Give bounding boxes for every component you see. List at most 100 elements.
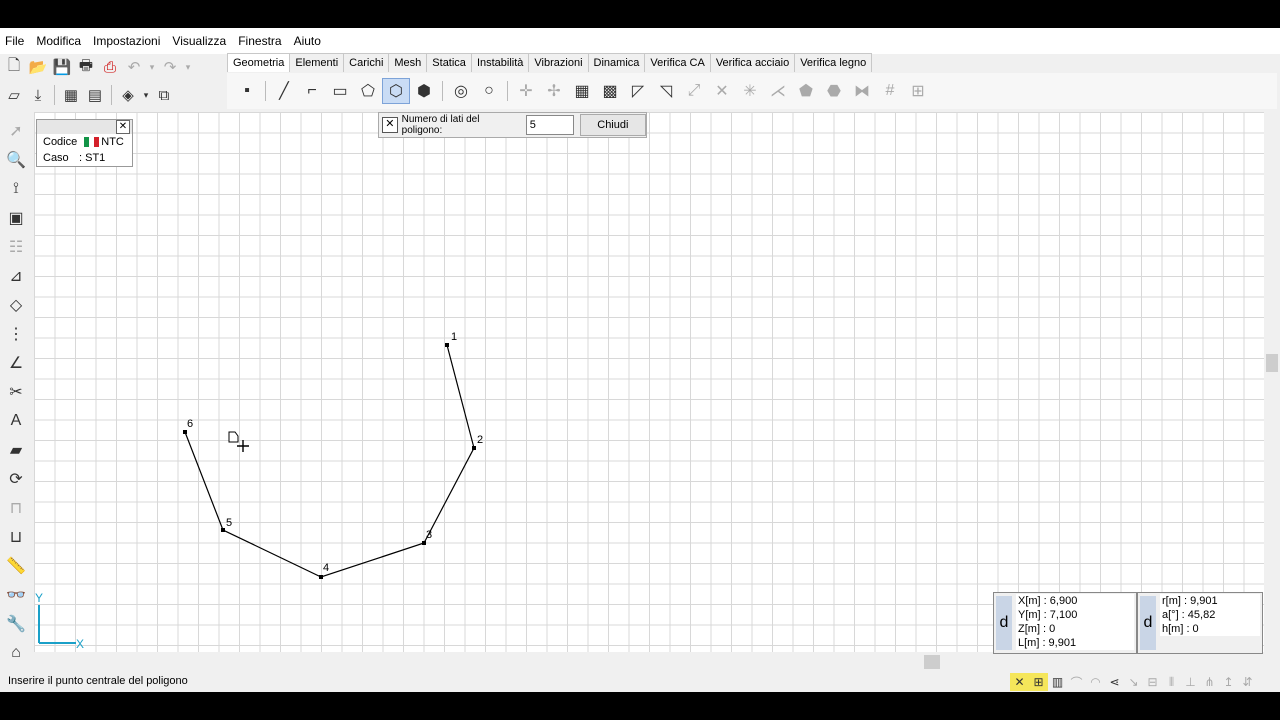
tab-mesh[interactable]: Mesh xyxy=(388,53,428,72)
grid-icon[interactable]: ▦ xyxy=(568,78,596,104)
polygon-center-icon[interactable]: ⬡ xyxy=(382,78,410,104)
dimension-icon[interactable]: ⊿ xyxy=(4,261,28,290)
snap-column-icon[interactable]: ▥ xyxy=(1048,673,1067,691)
tools-cross-icon[interactable]: ✂ xyxy=(4,377,28,406)
snap-fork-icon[interactable]: ⋔ xyxy=(1200,673,1219,691)
zoom-icon[interactable]: 🔍 xyxy=(4,145,28,174)
snap-node-icon[interactable]: ⋖ xyxy=(1105,673,1124,691)
menu-visualizza[interactable]: Visualizza xyxy=(166,34,232,48)
snap-cross-icon[interactable]: ✕ xyxy=(1010,673,1029,691)
stack-dropdown-icon[interactable]: ▾ xyxy=(140,84,152,106)
stack-layers-icon[interactable]: ◈ xyxy=(116,84,140,106)
tab-verifica-legno[interactable]: Verifica legno xyxy=(794,53,873,72)
vertical-scrollbar[interactable] xyxy=(1264,112,1280,652)
cross-icon[interactable]: ✕ xyxy=(708,78,736,104)
pdf-icon[interactable]: ⎙ xyxy=(98,56,122,78)
ruler-icon[interactable]: 📏 xyxy=(4,551,28,580)
polygon-sides-input[interactable] xyxy=(525,115,574,135)
select-arrow-icon[interactable]: ➚ xyxy=(4,116,28,145)
snap-square-icon[interactable]: ⊟ xyxy=(1143,673,1162,691)
snap-polyline-icon[interactable]: ↘ xyxy=(1124,673,1143,691)
new-file-icon[interactable]: 🗋 xyxy=(2,56,26,78)
polygon-freehand-icon[interactable]: ⬠ xyxy=(354,78,382,104)
sections-icon[interactable]: ▤ xyxy=(83,84,107,106)
text-icon[interactable]: A xyxy=(4,406,28,435)
menu-finestra[interactable]: Finestra xyxy=(232,34,287,48)
menu-impostazioni[interactable]: Impostazioni xyxy=(87,34,166,48)
list-icon[interactable]: ☷ xyxy=(4,232,28,261)
solid-shape-icon[interactable]: ⬟ xyxy=(792,78,820,104)
snap-up-down-icon[interactable]: ⇵ xyxy=(1238,673,1257,691)
drawing-canvas[interactable] xyxy=(34,112,1264,652)
table-icon[interactable]: ▦ xyxy=(59,84,83,106)
tab-dinamica[interactable]: Dinamica xyxy=(587,53,646,72)
circle-icon[interactable]: ○ xyxy=(475,78,503,104)
tab-carichi[interactable]: Carichi xyxy=(343,53,390,72)
circle-center-icon[interactable]: ◎ xyxy=(447,78,475,104)
axes-3d-icon[interactable]: ⟟ xyxy=(4,174,28,203)
properties-icon[interactable]: ▣ xyxy=(4,203,28,232)
angle-icon[interactable]: ∠ xyxy=(4,348,28,377)
beam-icon[interactable]: ⊔ xyxy=(4,522,28,551)
star-cross-icon[interactable]: ✳ xyxy=(736,78,764,104)
horizontal-scroll-thumb[interactable] xyxy=(924,655,940,669)
tab-geometria[interactable]: Geometria xyxy=(227,53,291,72)
tab-elementi[interactable]: Elementi xyxy=(289,53,345,72)
home-icon[interactable]: ⌂ xyxy=(4,638,28,667)
tab-vibrazioni[interactable]: Vibrazioni xyxy=(528,53,589,72)
hash-grid-icon[interactable]: # xyxy=(876,78,904,104)
polyline-icon[interactable]: ⌐ xyxy=(298,78,326,104)
redo-icon[interactable]: ↷ xyxy=(158,56,182,78)
rotate-icon[interactable]: ⟳ xyxy=(4,464,28,493)
angle-cross-icon[interactable]: ⋌ xyxy=(764,78,792,104)
snap-grid-icon[interactable]: ⊞ xyxy=(1029,673,1048,691)
triangle-grid-icon[interactable]: ◸ xyxy=(624,78,652,104)
solid-shape-2-icon[interactable]: ⬣ xyxy=(820,78,848,104)
triangle-mesh-icon[interactable]: ◹ xyxy=(652,78,680,104)
close-icon[interactable]: ✕ xyxy=(116,120,130,134)
bowtie-icon[interactable]: ⧓ xyxy=(848,78,876,104)
split-icon[interactable]: ✢ xyxy=(540,78,568,104)
import-icon[interactable]: ⤓ xyxy=(26,84,50,106)
undo-icon[interactable]: ↶ xyxy=(122,56,146,78)
print-icon[interactable]: 🖶 xyxy=(74,56,98,78)
line-icon[interactable]: ╱ xyxy=(270,78,298,104)
vertical-scroll-thumb[interactable] xyxy=(1266,354,1278,372)
rectangle-icon[interactable]: ▭ xyxy=(326,78,354,104)
intersect-icon[interactable]: ✛ xyxy=(512,78,540,104)
close-icon[interactable]: ✕ xyxy=(382,117,398,133)
undo-dropdown-icon[interactable]: ▾ xyxy=(146,56,158,78)
support-icon[interactable]: ⊓ xyxy=(4,493,28,522)
snap-parallel-icon[interactable]: ⫴ xyxy=(1162,673,1181,691)
horizontal-scrollbar[interactable] xyxy=(34,652,1264,672)
redo-dropdown-icon[interactable]: ▾ xyxy=(182,56,194,78)
grid-diagonal-icon[interactable]: ▩ xyxy=(596,78,624,104)
node-icon[interactable]: ◇ xyxy=(4,290,28,319)
snap-arc-icon[interactable]: ◠ xyxy=(1086,673,1105,691)
menu-file[interactable]: File xyxy=(0,34,30,48)
glasses-icon[interactable]: 👓 xyxy=(4,580,28,609)
tab-verifica-acciaio[interactable]: Verifica acciaio xyxy=(709,53,796,72)
chiudi-button[interactable]: Chiudi xyxy=(579,114,646,136)
snap-curve-icon[interactable]: ⌒ xyxy=(1067,673,1086,691)
layers-icon[interactable]: ▱ xyxy=(2,84,26,106)
frame-grid-icon[interactable]: ⊞ xyxy=(904,78,932,104)
snap-perp-icon[interactable]: ⊥ xyxy=(1181,673,1200,691)
menu-aiuto[interactable]: Aiuto xyxy=(288,34,327,48)
tab-instabilita[interactable]: Instabilità xyxy=(470,53,530,72)
extend-line-icon[interactable]: ⤢ xyxy=(680,78,708,104)
snap-up-icon[interactable]: ↥ xyxy=(1219,673,1238,691)
point-icon[interactable]: ▪ xyxy=(233,78,261,104)
menu-modifica[interactable]: Modifica xyxy=(30,34,87,48)
open-folder-icon[interactable]: 📂 xyxy=(26,56,50,78)
wrench-icon[interactable]: 🔧 xyxy=(4,609,28,638)
spacing-icon[interactable]: ⋮ xyxy=(4,319,28,348)
tab-verifica-ca[interactable]: Verifica CA xyxy=(644,53,711,72)
polygon-vertex-icon[interactable]: ⬢ xyxy=(410,78,438,104)
screen-capture-icon[interactable]: ⧉ xyxy=(152,84,176,106)
polar-delta-toggle[interactable]: d xyxy=(1140,596,1156,650)
save-icon[interactable]: 💾 xyxy=(50,56,74,78)
delta-toggle[interactable]: d xyxy=(996,596,1012,650)
slab-icon[interactable]: ▰ xyxy=(4,435,28,464)
tab-statica[interactable]: Statica xyxy=(426,53,472,72)
